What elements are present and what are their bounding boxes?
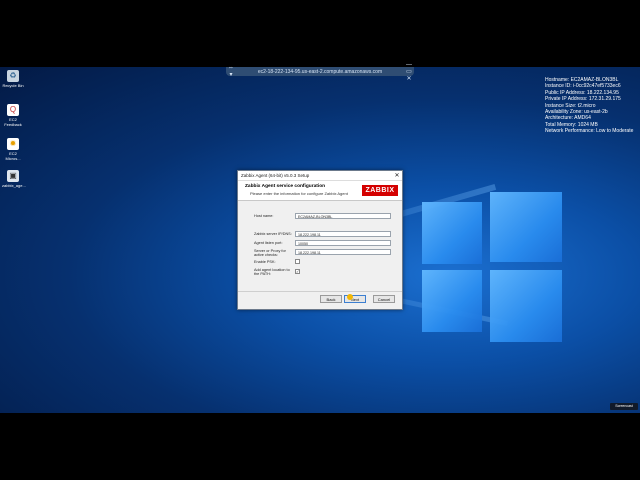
dialog-subheading: Please enter the information for configu…: [250, 191, 348, 196]
windows-logo-pane: [422, 202, 482, 264]
port-field[interactable]: 10050: [295, 240, 391, 246]
recycle-bin-icon: ♻: [7, 70, 19, 82]
host-name-label: Host name:: [254, 214, 274, 218]
cancel-button[interactable]: Cancel: [373, 295, 395, 303]
desktop-icon-ec2-feedback[interactable]: Q EC2 Feedback: [2, 104, 24, 127]
windows-logo-pane: [422, 270, 482, 332]
ec2-icon: ✹: [7, 138, 19, 150]
windows-logo-pane: [490, 270, 562, 342]
dialog-divider: [238, 291, 402, 292]
windows-logo-pane: [490, 192, 562, 262]
desktop-icon-label: Recycle Bin: [2, 83, 24, 88]
desktop-icon-label: EC2 Feedback: [4, 117, 22, 127]
installer-icon: ▣: [7, 170, 19, 182]
setup-dialog: Zabbix Agent (64-bit) v5.0.3 Setup ✕ Zab…: [237, 170, 403, 310]
instance-info-panel: Hostname: EC2AMAZ-BLON3BL Instance ID: i…: [545, 77, 633, 135]
screencast-watermark: Screencast: [610, 403, 638, 410]
back-button[interactable]: Back: [320, 295, 342, 303]
server-label: Zabbix server IP/DNS:: [254, 232, 292, 236]
close-icon[interactable]: ✕: [392, 172, 402, 179]
desktop-icon-ec2-microsoft[interactable]: ✹ EC2 Micros...: [2, 138, 24, 161]
active-checks-label: Server or Proxy for active checks:: [254, 249, 286, 258]
server-field[interactable]: 18.222.198.11: [295, 231, 391, 237]
dialog-title: Zabbix Agent (64-bit) v5.0.3 Setup: [241, 173, 310, 178]
active-checks-field[interactable]: 18.222.198.11: [295, 249, 391, 255]
remote-desktop-bar[interactable]: ⇔ ▾ ec2-18-222-134-95.us-east-2.compute.…: [226, 62, 414, 82]
mouse-cursor-highlight: [347, 294, 353, 300]
desktop-icon-label: zabbix_age...: [2, 183, 26, 188]
dialog-header: Zabbix Agent service configuration Pleas…: [238, 181, 402, 201]
pin-icon[interactable]: ⇔ ▾: [226, 65, 236, 78]
dialog-heading: Zabbix Agent service configuration: [245, 184, 326, 189]
desktop-icon-recycle-bin[interactable]: ♻ Recycle Bin: [2, 70, 24, 88]
window-controls-icon[interactable]: — ▭ ✕: [404, 62, 414, 82]
remote-host-title: ec2-18-222-134-95.us-east-2.compute.amaz…: [257, 68, 383, 75]
port-label: Agent listen port:: [254, 241, 283, 245]
path-checkbox[interactable]: ✓: [295, 269, 300, 274]
psk-label: Enable PSK:: [254, 260, 276, 264]
zabbix-logo: ZABBIX: [362, 185, 398, 196]
path-label: Add agent location to the PATH:: [254, 268, 290, 277]
info-instance-id: Instance ID: i-0cc92c47ef5733ec6: [545, 83, 621, 90]
feedback-icon: Q: [7, 104, 19, 116]
desktop-icon-label: EC2 Micros...: [5, 151, 21, 161]
host-name-field[interactable]: EC2AMAZ-BLON3BL: [295, 213, 391, 219]
desktop-icon-zabbix-agent[interactable]: ▣ zabbix_age...: [2, 170, 26, 188]
info-network: Network Performance: Low to Moderate: [545, 128, 634, 135]
psk-checkbox[interactable]: [295, 259, 300, 264]
info-private-ip: Private IP Address: 172.31.29.175: [545, 96, 621, 103]
dialog-titlebar[interactable]: Zabbix Agent (64-bit) v5.0.3 Setup ✕: [238, 171, 402, 181]
